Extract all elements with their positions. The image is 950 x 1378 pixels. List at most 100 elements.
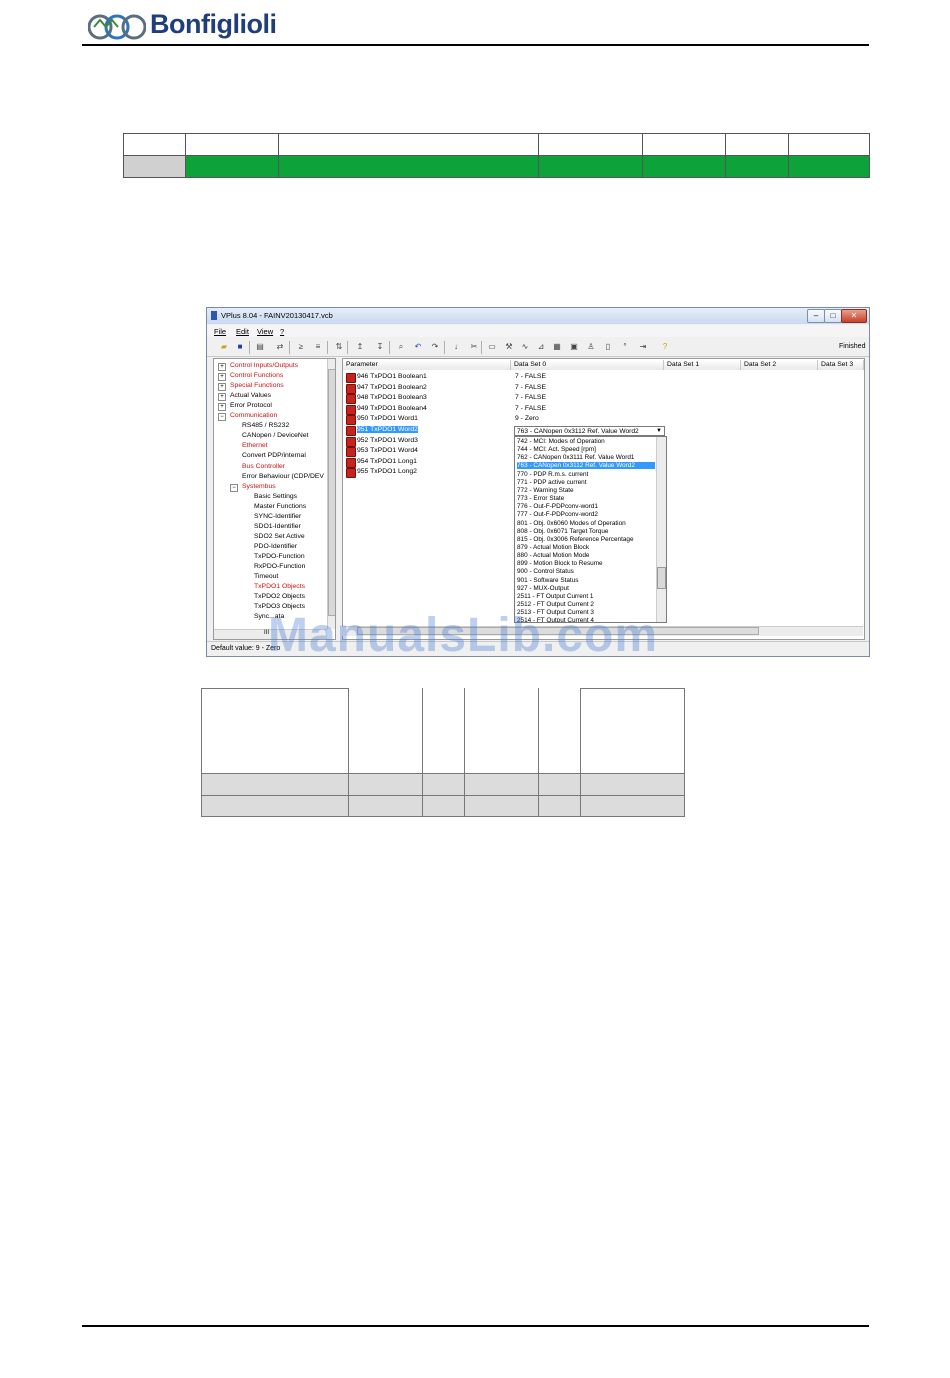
indent-icon[interactable]: ≥ (296, 342, 306, 352)
dropdown-option[interactable]: 808 - Obj. 0x6071 Target Torque (517, 528, 655, 535)
parameter-name[interactable]: 946 TxPDO1 Boolean1 (357, 373, 427, 380)
dropdown-option[interactable]: 771 - PDP active current (517, 479, 655, 486)
dropdown-scroll-thumb[interactable] (657, 567, 666, 589)
dropdown-option[interactable]: 815 - Obj. 0x3006 Reference Percentage (517, 536, 655, 543)
parameter-value[interactable]: 7 - FALSE (515, 405, 546, 412)
dropdown-option[interactable]: 744 - MCI: Act. Speed [rpm] (517, 446, 655, 453)
tool-icon[interactable]: ⚒ (504, 342, 514, 352)
upload-icon[interactable]: ↥ (355, 342, 365, 352)
graph-icon[interactable]: ⊿ (536, 342, 546, 352)
dropdown-option[interactable]: 927 - MUX-Output (517, 585, 655, 592)
connect-icon[interactable]: ⇄ (275, 342, 285, 352)
tree-scroll-thumb[interactable] (328, 369, 335, 616)
minimize-button[interactable]: – (807, 309, 825, 323)
chevron-down-icon[interactable]: ▼ (654, 427, 664, 435)
dropdown-option[interactable]: 801 - Obj. 0x6060 Modes of Operation (517, 520, 655, 527)
tree-item[interactable]: Control Functions (230, 372, 283, 379)
tree-item[interactable]: Convert PDP/internal (242, 452, 306, 459)
open-folder-icon[interactable]: ▰ (219, 342, 229, 352)
collapse-icon[interactable]: − (218, 413, 226, 422)
dropdown-option[interactable]: 742 - MCI: Modes of Operation (517, 438, 655, 445)
tree-item[interactable]: TxPDO2 Objects (254, 593, 305, 600)
dropdown-option[interactable]: 900 - Control Status (517, 568, 655, 575)
tree-item[interactable]: RS485 / RS232 (242, 422, 289, 429)
dropdown-option[interactable]: 2512 - FT Output Current 2 (517, 601, 655, 608)
help-icon[interactable]: ? (660, 342, 670, 352)
menu-help[interactable]: ? (280, 327, 284, 336)
pin-icon[interactable]: ↓ (451, 342, 461, 352)
page-icon[interactable]: ▯ (603, 342, 613, 352)
collapse-icon[interactable]: − (230, 483, 238, 492)
wave-icon[interactable]: ∿ (520, 342, 530, 352)
dropdown-option[interactable]: 2511 - FT Output Current 1 (517, 593, 655, 600)
dropdown-option[interactable]: 770 - PDP R.m.s. current (517, 471, 655, 478)
parameter-value[interactable]: 7 - FALSE (515, 373, 546, 380)
expand-icon[interactable]: + (218, 363, 226, 371)
menu-edit[interactable]: Edit (236, 327, 249, 336)
parameter-name[interactable]: 953 TxPDO1 Word4 (357, 447, 418, 454)
tree-item[interactable]: Error Behaviour (CDP/DEV (242, 473, 324, 480)
parameter-name[interactable]: 949 TxPDO1 Boolean4 (357, 405, 427, 412)
tree-item[interactable]: Control Inputs/Outputs (230, 362, 298, 369)
column-header-data-set-0[interactable]: Data Set 0 (511, 360, 664, 370)
tree-item[interactable]: Ethernet (242, 442, 268, 449)
parameter-name[interactable]: 950 TxPDO1 Word1 (357, 415, 418, 422)
parameter-name[interactable]: 951 TxPDO1 Word2 (357, 426, 418, 433)
window-icon[interactable]: ▭ (487, 342, 497, 352)
tree-item[interactable]: TxPDO-Function (254, 553, 305, 560)
tree-item[interactable]: Actual Values (230, 392, 271, 399)
menu-file[interactable]: File (214, 327, 226, 336)
expand-icon[interactable]: + (218, 373, 226, 382)
tree-item[interactable]: Bus Controller (242, 463, 285, 470)
parameter-name[interactable]: 952 TxPDO1 Word3 (357, 437, 418, 444)
download-icon[interactable]: ↧ (375, 342, 385, 352)
dropdown-option[interactable]: 772 - Warning State (517, 487, 655, 494)
save-icon[interactable]: ■ (235, 342, 245, 352)
tree-item[interactable]: CANopen / DeviceNet (242, 432, 309, 439)
parameter-name[interactable]: 955 TxPDO1 Long2 (357, 468, 417, 475)
tree-item[interactable]: SYNC-Identifier (254, 513, 301, 520)
tree-item[interactable]: PDO-Identifier (254, 543, 297, 550)
dropdown-option[interactable]: 899 - Motion Block to Resume (517, 560, 655, 567)
expand-icon[interactable]: + (218, 383, 226, 392)
tree-item[interactable]: Error Protocol (230, 402, 272, 409)
close-button[interactable]: ✕ (841, 309, 867, 323)
tree-item[interactable]: Basic Settings (254, 493, 297, 500)
print-icon[interactable]: ▤ (255, 342, 265, 352)
menu-view[interactable]: View (257, 327, 273, 336)
dropdown-option[interactable]: 773 - Error State (517, 495, 655, 502)
dropdown-option[interactable]: 901 - Software Status (517, 577, 655, 584)
dropdown-option[interactable]: 763 - CANopen 0x3112 Ref. Value Word2 (517, 462, 655, 470)
export-icon[interactable]: ⇥ (638, 342, 648, 352)
cut-icon[interactable]: ✂ (469, 342, 479, 352)
search-icon[interactable]: ⌕ (396, 342, 406, 352)
tree-item[interactable]: TxPDO1 Objects (254, 583, 305, 590)
tree-item[interactable]: Systembus (242, 483, 276, 490)
clipboard-icon[interactable]: ▣ (569, 342, 579, 352)
tree-item[interactable]: Master Functions (254, 503, 306, 510)
tree-item[interactable]: SDO2 Set Active (254, 533, 305, 540)
parameter-value[interactable]: 7 - FALSE (515, 394, 546, 401)
column-header-parameter[interactable]: Parameter (343, 360, 511, 370)
tree-item[interactable]: Special Functions (230, 382, 284, 389)
maximize-button[interactable]: □ (824, 309, 842, 323)
parameter-name[interactable]: 948 TxPDO1 Boolean3 (357, 394, 427, 401)
data-set-0-select[interactable]: 763 - CANopen 0x3112 Ref. Value Word2 (514, 426, 665, 436)
column-header-data-set-1[interactable]: Data Set 1 (664, 360, 741, 370)
dropdown-scrollbar[interactable] (656, 437, 666, 622)
tree-item[interactable]: Timeout (254, 573, 278, 580)
person-icon[interactable]: ♙ (586, 342, 596, 352)
grid-icon[interactable]: ▦ (552, 342, 562, 352)
column-header-data-set-2[interactable]: Data Set 2 (741, 360, 818, 370)
title-bar[interactable]: VPlus 8.04 - FAINV20130417.vcb – □ ✕ (207, 308, 869, 324)
list-icon[interactable]: ≡ (313, 342, 323, 352)
redo-icon[interactable]: ↷ (430, 342, 440, 352)
tree-item[interactable]: RxPDO-Function (254, 563, 305, 570)
tree-item[interactable]: Communication (230, 412, 277, 419)
parameter-name[interactable]: 954 TxPDO1 Long1 (357, 458, 417, 465)
parameter-value[interactable]: 9 - Zero (515, 415, 539, 422)
scope-icon[interactable]: ° (620, 342, 630, 352)
column-header-data-set-3[interactable]: Data Set 3 (818, 360, 864, 370)
dropdown-option[interactable]: 777 - Out-F-PDPconv-word2 (517, 511, 655, 518)
dropdown-option[interactable]: 880 - Actual Motion Mode (517, 552, 655, 559)
